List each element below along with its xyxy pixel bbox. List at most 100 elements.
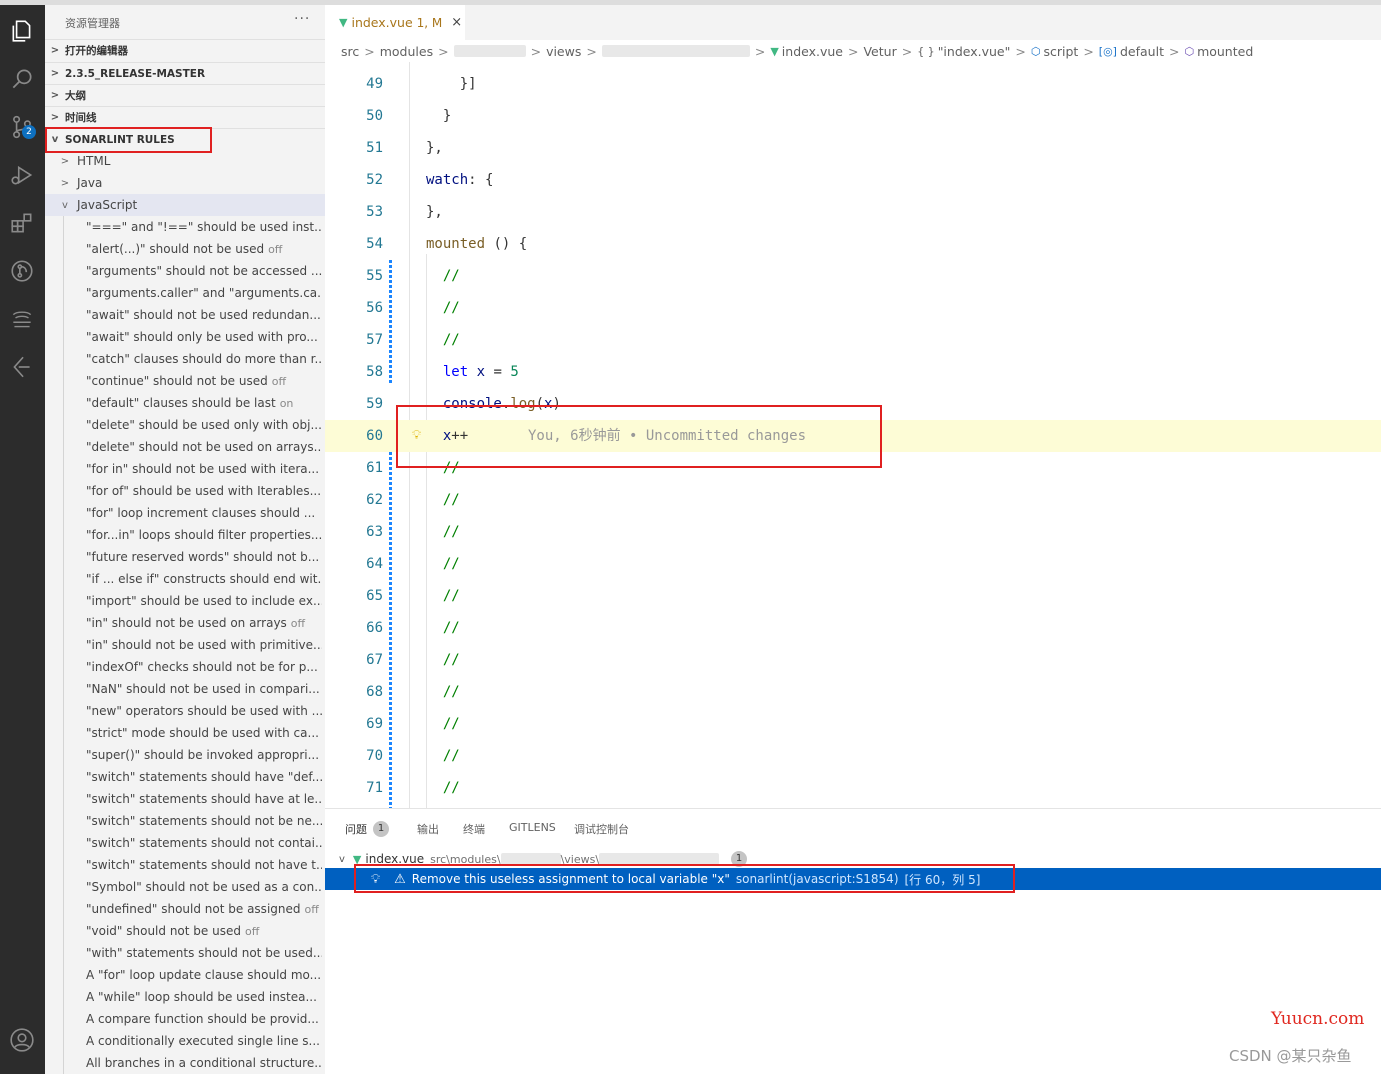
- jfrog-icon[interactable]: [8, 305, 36, 333]
- rule-item[interactable]: "in" should not be used with primitive..…: [86, 634, 322, 656]
- code-line[interactable]: 66 //: [325, 612, 1381, 644]
- breadcrumb-mounted[interactable]: mounted: [1197, 44, 1253, 59]
- code-line[interactable]: 50 }: [325, 100, 1381, 132]
- rule-item[interactable]: "switch" statements should not have t...: [86, 854, 322, 876]
- breadcrumb-object[interactable]: "index.vue": [938, 44, 1011, 59]
- rule-item[interactable]: "switch" statements should have at le...: [86, 788, 322, 810]
- rule-item[interactable]: "switch" statements should have "def...: [86, 766, 322, 788]
- rule-item[interactable]: "for...in" loops should filter propertie…: [86, 524, 322, 546]
- rule-item[interactable]: "for of" should be used with Iterables..…: [86, 480, 322, 502]
- rule-item[interactable]: "default" clauses should be last on: [86, 392, 322, 414]
- code-line[interactable]: 49 }]: [325, 68, 1381, 100]
- rule-item[interactable]: "arguments" should not be accessed ...: [86, 260, 322, 282]
- rule-item[interactable]: "new" operators should be used with ...: [86, 700, 322, 722]
- rule-item[interactable]: "if ... else if" constructs should end w…: [86, 568, 322, 590]
- rule-item[interactable]: "strict" mode should be used with ca...: [86, 722, 322, 744]
- panel-tab-terminal[interactable]: 终端: [463, 821, 485, 837]
- breadcrumb-vetur[interactable]: Vetur: [863, 44, 896, 59]
- rule-item[interactable]: "for in" should not be used with itera..…: [86, 458, 322, 480]
- rule-item[interactable]: "super()" should be invoked appropri...: [86, 744, 322, 766]
- rule-state: on: [279, 397, 294, 410]
- search-icon[interactable]: [8, 65, 36, 93]
- breadcrumb-script[interactable]: script: [1043, 44, 1078, 59]
- panel-tab-debug-console[interactable]: 调试控制台: [574, 821, 629, 837]
- line-number: 62: [366, 492, 383, 508]
- code-line[interactable]: 58 let x = 5: [325, 356, 1381, 388]
- rule-item[interactable]: A compare function should be provid...: [86, 1008, 322, 1030]
- breadcrumb-default[interactable]: default: [1120, 44, 1164, 59]
- code-line[interactable]: 65 //: [325, 580, 1381, 612]
- rule-item[interactable]: "delete" should not be used on arrays...: [86, 436, 322, 458]
- tree-item-javascript[interactable]: v JavaScript: [45, 194, 325, 216]
- line-number: 58: [366, 364, 383, 380]
- tree-item-html[interactable]: > HTML: [45, 150, 325, 172]
- extensions-icon[interactable]: [8, 209, 36, 237]
- rule-item[interactable]: "void" should not be used off: [86, 920, 322, 942]
- breadcrumb-views[interactable]: views: [546, 44, 581, 59]
- source-control-badge: 2: [22, 125, 36, 139]
- rule-item[interactable]: "await" should only be used with pro...: [86, 326, 322, 348]
- breadcrumb-src[interactable]: src: [341, 44, 359, 59]
- rule-item[interactable]: "Symbol" should not be used as a con...: [86, 876, 322, 898]
- account-icon[interactable]: [8, 1026, 36, 1054]
- panel-tab-output[interactable]: 输出: [417, 821, 439, 837]
- code-text: //: [426, 268, 460, 284]
- rule-item[interactable]: A "for" loop update clause should mo...: [86, 964, 322, 986]
- code-line[interactable]: 71 //: [325, 772, 1381, 804]
- code-line[interactable]: 54 mounted () {: [325, 228, 1381, 260]
- rule-item[interactable]: "indexOf" checks should not be for p...: [86, 656, 322, 678]
- tree-indent-guide: [63, 216, 64, 1074]
- rule-item[interactable]: "catch" clauses should do more than r...: [86, 348, 322, 370]
- rule-item[interactable]: "continue" should not be used off: [86, 370, 322, 392]
- rule-item[interactable]: "with" statements should not be used...: [86, 942, 322, 964]
- code-line[interactable]: 70 //: [325, 740, 1381, 772]
- rule-item[interactable]: "for" loop increment clauses should ...: [86, 502, 322, 524]
- rule-item[interactable]: "arguments.caller" and "arguments.ca...: [86, 282, 322, 304]
- section-open-editors[interactable]: > 打开的编辑器: [45, 39, 325, 61]
- rule-item[interactable]: "await" should not be used redundan...: [86, 304, 322, 326]
- remote-icon[interactable]: [8, 353, 36, 381]
- breadcrumb-modules[interactable]: modules: [380, 44, 433, 59]
- explorer-icon[interactable]: [8, 17, 36, 45]
- tab-index-vue[interactable]: ▼ index.vue 1, M ×: [325, 5, 465, 40]
- tree-item-java[interactable]: > Java: [45, 172, 325, 194]
- problems-count-badge: 1: [373, 821, 389, 837]
- code-line[interactable]: 55 //: [325, 260, 1381, 292]
- rule-item[interactable]: "NaN" should not be used in compari...: [86, 678, 322, 700]
- rule-item[interactable]: "===" and "!==" should be used inst...: [86, 216, 322, 238]
- section-outline[interactable]: > 大纲: [45, 84, 325, 106]
- code-line[interactable]: 67 //: [325, 644, 1381, 676]
- rule-item[interactable]: "switch" statements should not be ne...: [86, 810, 322, 832]
- rule-item[interactable]: "import" should be used to include ex...: [86, 590, 322, 612]
- rule-item[interactable]: A conditionally executed single line s..…: [86, 1030, 322, 1052]
- code-line[interactable]: 53},: [325, 196, 1381, 228]
- code-line[interactable]: 63 //: [325, 516, 1381, 548]
- rule-item[interactable]: "in" should not be used on arrays off: [86, 612, 322, 634]
- code-line[interactable]: 56 //: [325, 292, 1381, 324]
- breadcrumb-file[interactable]: index.vue: [782, 44, 843, 59]
- run-debug-icon[interactable]: [8, 161, 36, 189]
- section-timeline[interactable]: > 时间线: [45, 106, 325, 128]
- watermark-site: Yuucn.com: [1271, 1009, 1365, 1029]
- rule-item[interactable]: "switch" statements should not contai...: [86, 832, 322, 854]
- rule-item[interactable]: "delete" should be used only with obj...: [86, 414, 322, 436]
- code-line[interactable]: 69 //: [325, 708, 1381, 740]
- panel-tab-gitlens[interactable]: GITLENS: [509, 821, 556, 834]
- code-line[interactable]: 52 watch: {: [325, 164, 1381, 196]
- panel-tab-problems[interactable]: 问题 1: [345, 821, 389, 837]
- code-line[interactable]: 62 //: [325, 484, 1381, 516]
- rule-item[interactable]: A "while" loop should be used instea...: [86, 986, 322, 1008]
- rule-item[interactable]: All branches in a conditional structure.…: [86, 1052, 322, 1074]
- rule-item[interactable]: "alert(...)" should not be used off: [86, 238, 322, 260]
- line-number: 71: [366, 780, 383, 796]
- rule-item[interactable]: "future reserved words" should not b...: [86, 546, 322, 568]
- rule-item[interactable]: "undefined" should not be assigned off: [86, 898, 322, 920]
- code-line[interactable]: 51},: [325, 132, 1381, 164]
- gitlens-icon[interactable]: [8, 257, 36, 285]
- code-line[interactable]: 57 //: [325, 324, 1381, 356]
- code-line[interactable]: 68 //: [325, 676, 1381, 708]
- more-actions-icon[interactable]: ···: [294, 11, 310, 27]
- section-workspace[interactable]: >2.3.5_RELEASE-MASTER: [45, 62, 325, 84]
- code-line[interactable]: 64 //: [325, 548, 1381, 580]
- close-icon[interactable]: ×: [451, 15, 462, 30]
